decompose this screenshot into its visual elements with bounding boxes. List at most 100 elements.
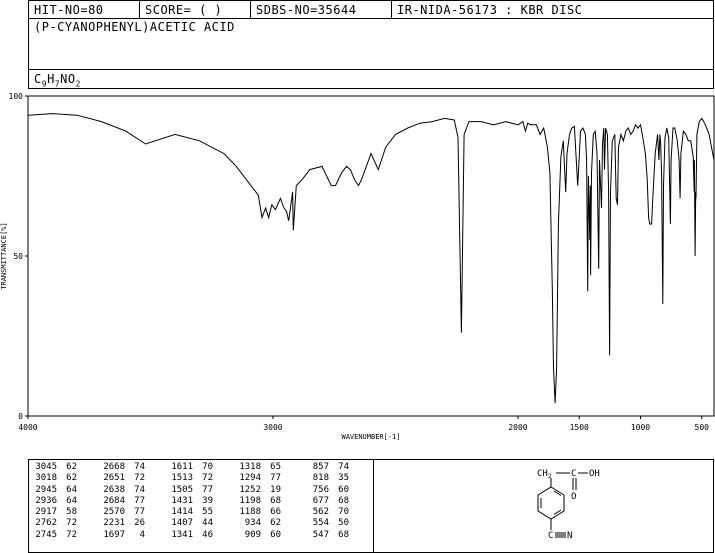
peak-table-row: 934 62 [233, 518, 281, 529]
carbonyl-carbon-label: C [571, 469, 576, 479]
peak-wavenumber: 2762 [35, 518, 57, 529]
header-bar: HIT-NO=80 SCORE= ( ) SDBS-NO=35644 IR-NI… [28, 0, 714, 19]
peak-wavenumber: 677 [312, 495, 329, 506]
peak-wavenumber: 857 [312, 462, 329, 472]
peak-table-row: 2570 77 [97, 507, 145, 518]
peak-wavenumber: 1318 [239, 462, 261, 472]
peak-wavenumber: 2745 [35, 529, 57, 540]
peak-wavenumber: 1294 [239, 473, 261, 484]
peak-table-column: 2668 74 2651 72 2638 74 2684 77 2570 77 2231 26 1697… [97, 462, 145, 541]
peak-transmittance: 62 [66, 462, 77, 472]
peak-wavenumber: 1341 [171, 529, 193, 540]
compound-name: (P-CYANOPHENYL)ACETIC ACID [34, 20, 235, 34]
peak-transmittance: 68 [270, 495, 281, 506]
peak-transmittance: 64 [66, 484, 77, 495]
molecular-formula: C9H7NO2 [34, 72, 81, 89]
peak-wavenumber: 818 [312, 473, 329, 484]
peak-wavenumber: 1505 [171, 484, 193, 495]
peak-table-row: 1431 39 [165, 496, 213, 507]
x-axis-label: WAVENUMBER[-1] [341, 433, 400, 441]
peak-table-row: 1252 19 [233, 485, 281, 496]
peak-transmittance: 35 [338, 473, 349, 484]
peak-wavenumber: 3018 [35, 473, 57, 484]
structure-diagram: CH2 C OH O C N [537, 469, 600, 541]
score: SCORE= ( ) [140, 1, 251, 19]
peak-wavenumber: 1407 [171, 518, 193, 529]
peak-transmittance: 62 [66, 473, 77, 484]
peak-transmittance: 68 [338, 495, 349, 506]
x-tick-label: 4000 [18, 423, 37, 432]
peak-table-row: 1611 70 [165, 462, 213, 473]
peak-transmittance: 19 [270, 484, 281, 495]
peak-wavenumber: 3045 [35, 462, 57, 472]
formula-box: C9H7NO2 [28, 69, 714, 89]
peak-table-row: 2668 74 [97, 462, 145, 473]
y-tick-label: 0 [18, 412, 23, 421]
ring-double-bond [553, 490, 562, 496]
peak-table-row: 818 35 [301, 473, 349, 484]
peak-table-row: 2651 72 [97, 473, 145, 484]
peak-wavenumber: 2231 [103, 518, 125, 529]
peak-wavenumber: 1252 [239, 484, 261, 495]
hydroxyl-label: OH [589, 469, 600, 479]
y-tick-label: 50 [13, 252, 23, 261]
peak-wavenumber: 756 [312, 484, 329, 495]
peak-table-row: 1188 66 [233, 507, 281, 518]
peak-transmittance: 77 [134, 507, 145, 518]
peak-wavenumber: 1198 [239, 495, 261, 506]
peak-transmittance: 70 [338, 507, 349, 518]
peak-transmittance: 66 [270, 507, 281, 518]
x-tick-label: 2000 [508, 423, 527, 432]
peak-wavenumber: 2570 [103, 507, 125, 518]
sdbs-number: SDBS-NO=35644 [251, 1, 392, 19]
peak-table-row: 2945 64 [29, 485, 77, 496]
peak-table-row: 756 60 [301, 485, 349, 496]
peak-wavenumber: 1697 [103, 529, 125, 540]
peak-table-column: 3045 62 3018 62 2945 64 2936 64 2917 58 2762 72 2745… [29, 462, 77, 541]
plot-frame [27, 95, 715, 417]
peak-wavenumber: 909 [244, 529, 261, 540]
peak-table-row: 2231 26 [97, 518, 145, 529]
peak-table-row: 1505 77 [165, 485, 213, 496]
peak-table-row: 1513 72 [165, 473, 213, 484]
peak-transmittance: 65 [270, 462, 281, 472]
peak-transmittance: 55 [202, 507, 213, 518]
peak-transmittance: 60 [338, 484, 349, 495]
peak-table-row: 554 50 [301, 518, 349, 529]
peak-table-row: 1407 44 [165, 518, 213, 529]
peak-transmittance: 77 [134, 495, 145, 506]
x-tick-label: 500 [695, 423, 710, 432]
nitrile-carbon-label: C [548, 531, 553, 541]
peak-table-row: 2745 72 [29, 530, 77, 541]
peak-wavenumber: 2945 [35, 484, 57, 495]
peak-wavenumber: 1431 [171, 495, 193, 506]
peak-wavenumber: 2936 [35, 495, 57, 506]
peak-table-row: 2762 72 [29, 518, 77, 529]
peak-transmittance: 68 [338, 529, 349, 540]
peak-table-column: 1611 70 1513 72 1505 77 1431 39 1414 55 1407 44 1341… [165, 462, 213, 541]
peak-wavenumber: 554 [312, 518, 329, 529]
peak-transmittance: 39 [202, 495, 213, 506]
peak-table-row: 1414 55 [165, 507, 213, 518]
nitrile-nitrogen-label: N [567, 531, 572, 541]
peak-transmittance: 4 [139, 529, 145, 540]
peak-wavenumber: 2638 [103, 484, 125, 495]
peak-table-row: 2638 74 [97, 485, 145, 496]
peak-wavenumber: 1414 [171, 507, 193, 518]
peak-table-row: 1341 46 [165, 530, 213, 541]
peak-transmittance: 70 [202, 462, 213, 472]
peak-table-column: 857 74 818 35 756 60 677 68 562 70 554 50 547 68 [301, 462, 349, 541]
spectrum-trace [27, 113, 715, 404]
peak-wavenumber: 1611 [171, 462, 193, 472]
peak-table-row: 1318 65 [233, 462, 281, 473]
peak-transmittance: 77 [270, 473, 281, 484]
peak-wavenumber: 562 [312, 507, 329, 518]
peak-wavenumber: 934 [244, 518, 261, 529]
peak-transmittance: 72 [134, 473, 145, 484]
peak-wavenumber: 2684 [103, 495, 125, 506]
ir-spectrum-chart: 4000 3000 2000 1500 1000 500 0 50 100 WAVENUMBE… [0, 92, 715, 441]
peak-transmittance: 62 [270, 518, 281, 529]
peak-wavenumber: 2917 [35, 507, 57, 518]
peak-wavenumber: 547 [312, 529, 329, 540]
peak-transmittance: 74 [134, 462, 145, 472]
